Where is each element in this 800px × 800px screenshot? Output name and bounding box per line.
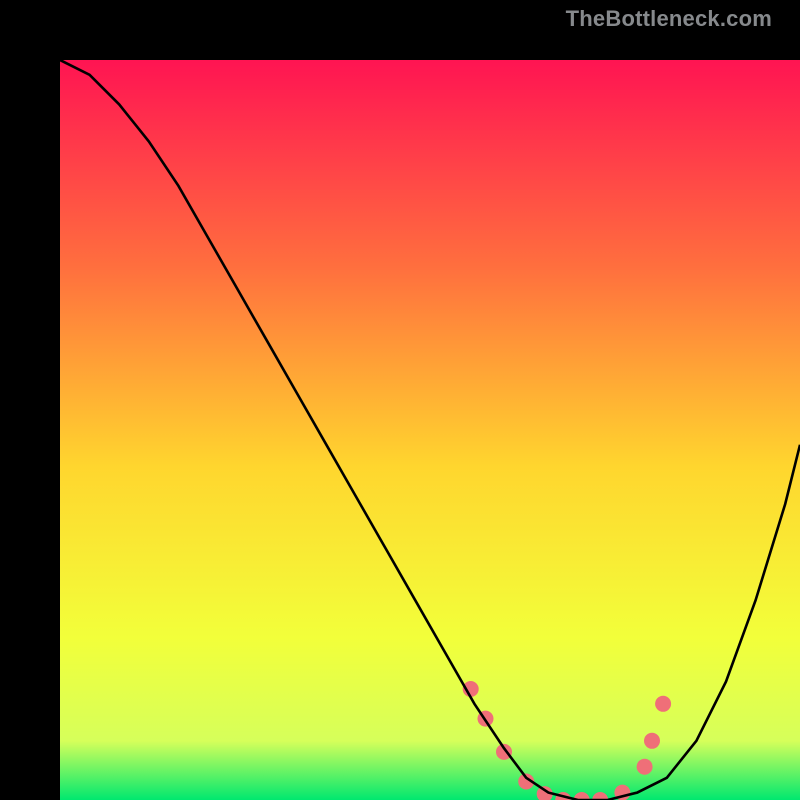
- watermark-text: TheBottleneck.com: [566, 6, 772, 32]
- chart-frame: [30, 30, 770, 770]
- chart-svg: [60, 60, 800, 800]
- gradient-background: [60, 60, 800, 800]
- marker-dot: [637, 759, 653, 775]
- marker-dot: [655, 696, 671, 712]
- marker-dot: [644, 733, 660, 749]
